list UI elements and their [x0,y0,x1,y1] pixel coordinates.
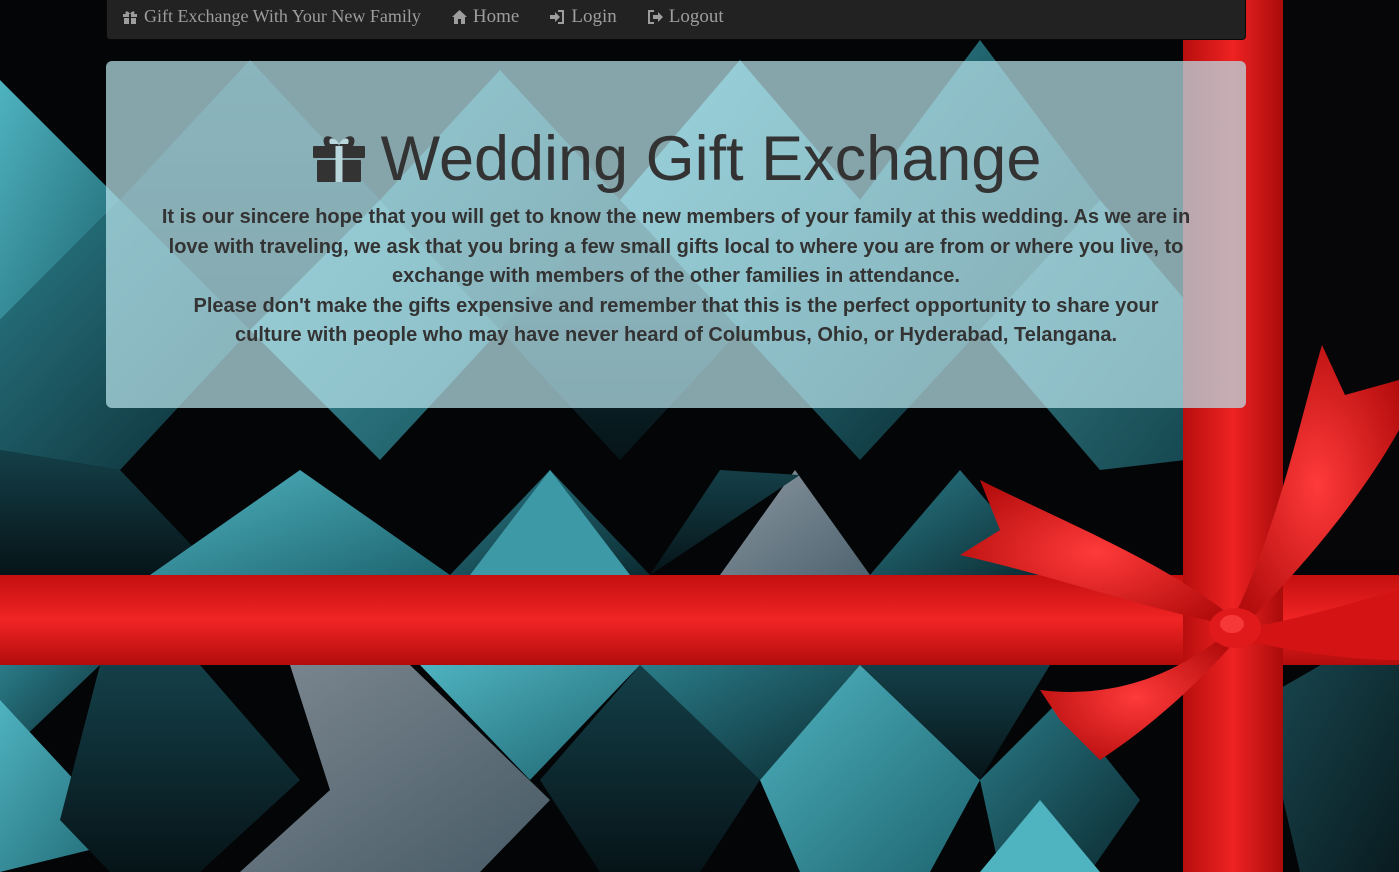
navbar-brand-link[interactable]: Gift Exchange With Your New Family [122,1,421,33]
nav-home-link[interactable]: Home [451,1,519,33]
intro-panel: Wedding Gift Exchange It is our sincere … [106,61,1246,408]
home-icon [451,9,467,25]
intro-paragraph-1: It is our sincere hope that you will get… [161,206,1191,287]
page-title: Wedding Gift Exchange [380,124,1042,194]
top-navbar: Gift Exchange With Your New Family Home … [106,0,1246,40]
intro-description: It is our sincere hope that you will get… [161,203,1191,351]
logout-icon [647,9,663,25]
intro-paragraph-2: Please don't make the gifts expensive an… [193,294,1159,347]
login-icon [549,9,565,25]
nav-login-label: Login [571,5,617,27]
nav-logout-link[interactable]: Logout [647,1,724,33]
navbar-brand-label: Gift Exchange With Your New Family [144,6,421,26]
gift-icon [311,127,367,183]
nav-login-link[interactable]: Login [549,1,617,33]
page-title-heading: Wedding Gift Exchange [106,123,1246,195]
nav-home-label: Home [472,5,520,27]
gift-icon [122,9,138,25]
nav-logout-label: Logout [668,5,724,27]
